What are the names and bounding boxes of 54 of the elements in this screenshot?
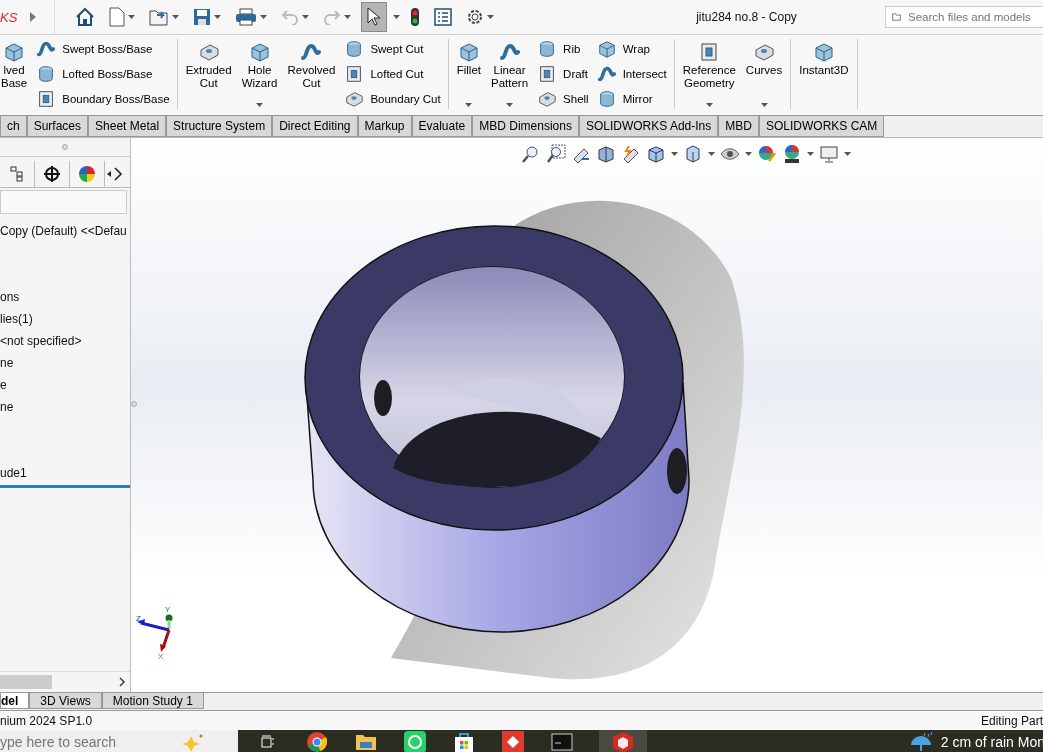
app-logo: KS xyxy=(0,9,19,25)
ribbon-button[interactable]: Linear Pattern xyxy=(490,39,530,109)
ribbon-button[interactable]: Mirror xyxy=(596,88,667,109)
ribbon-button[interactable]: Wrap xyxy=(596,39,667,60)
window-title: jitu284 no.8 - Copy xyxy=(695,10,798,24)
ribbon-button[interactable]: Draft xyxy=(537,63,589,85)
tree-item[interactable]: ne xyxy=(0,352,130,374)
axis-label: X xyxy=(158,652,164,661)
command-tab[interactable]: Markup xyxy=(357,116,412,137)
command-tab[interactable]: MBD xyxy=(718,116,759,137)
command-tab[interactable]: Sheet Metal xyxy=(88,116,167,137)
axis-label: Y xyxy=(165,605,171,614)
ribbon-button[interactable]: Curves xyxy=(744,39,784,109)
ribbon-button[interactable]: Rib xyxy=(537,39,589,60)
ribbon-button[interactable]: Swept Cut xyxy=(344,39,441,60)
tree-item[interactable]: lies(1) xyxy=(0,308,130,330)
tree-item[interactable]: Copy (Default) <<Defau xyxy=(0,220,130,242)
search-box[interactable]: Search files and models xyxy=(885,6,1043,28)
tree-item[interactable]: ne xyxy=(0,396,130,418)
ribbon-button[interactable]: Fillet xyxy=(455,39,482,109)
ribbon-button[interactable]: Boundary Boss/Base xyxy=(36,88,170,109)
ribbon-button[interactable]: Boundary Cut xyxy=(344,88,441,109)
search-field[interactable]: Search files and models xyxy=(906,10,1040,24)
ribbon-button[interactable]: Hole Wizard xyxy=(240,39,279,109)
model-tab[interactable]: del xyxy=(0,693,30,709)
ribbon-button[interactable]: Instant3D xyxy=(798,39,850,109)
model-tab[interactable]: Motion Study 1 xyxy=(101,693,204,709)
taskbar-search-box[interactable]: ype here to search xyxy=(0,730,238,752)
command-tab[interactable]: MBD Dimensions xyxy=(472,116,579,137)
tree-item[interactable]: <not specified> xyxy=(0,330,130,352)
ribbon-button[interactable]: Lofted Cut xyxy=(344,63,441,85)
ribbon-button[interactable]: Revolved Cut xyxy=(286,39,337,109)
command-tab[interactable]: ch xyxy=(0,116,27,137)
model-tab[interactable]: 3D Views xyxy=(29,693,102,709)
command-tab[interactable]: Structure System xyxy=(166,116,273,137)
tree-item[interactable]: ude1 xyxy=(0,462,130,484)
command-tab[interactable]: SOLIDWORKS Add-Ins xyxy=(578,116,719,137)
ribbon-button[interactable]: Reference Geometry xyxy=(681,39,737,109)
taskbar-search-field[interactable]: ype here to search xyxy=(0,734,175,750)
tree-item[interactable]: e xyxy=(0,374,130,396)
command-tab[interactable]: Surfaces xyxy=(26,116,89,137)
command-tab[interactable]: Direct Editing xyxy=(272,116,358,137)
axis-label: Z xyxy=(136,614,141,623)
ribbon-button[interactable]: Shell xyxy=(537,88,589,109)
tree-item[interactable]: ons xyxy=(0,286,130,308)
ribbon-button[interactable]: Intersect xyxy=(596,63,667,85)
ribbon-button[interactable]: Swept Boss/Base xyxy=(36,39,170,60)
status-text: Editing Part xyxy=(980,713,1043,728)
ribbon-button[interactable]: Extruded Cut xyxy=(184,39,233,109)
version-text: nium 2024 SP1.0 xyxy=(0,713,93,728)
command-tab[interactable]: Evaluate xyxy=(411,116,473,137)
command-tab[interactable]: SOLIDWORKS CAM xyxy=(758,116,885,137)
ribbon-button[interactable]: lved Base xyxy=(0,39,29,109)
ribbon-button[interactable]: Lofted Boss/Base xyxy=(36,63,170,85)
